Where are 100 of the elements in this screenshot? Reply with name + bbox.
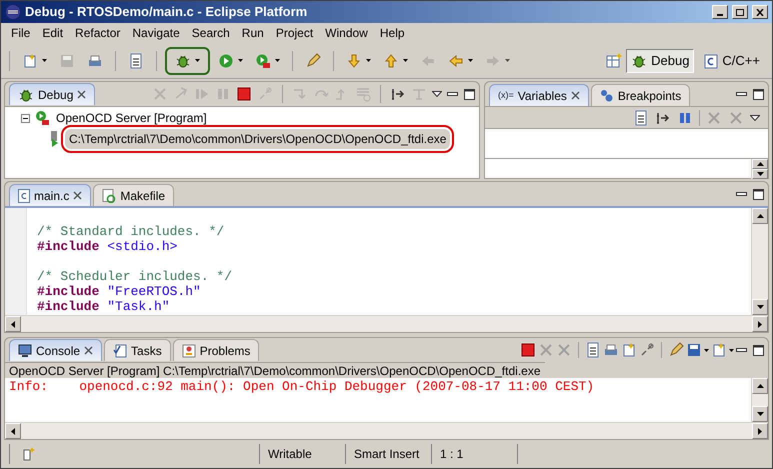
close-icon[interactable] [77, 90, 86, 99]
tree-item[interactable]: C:\Temp\rctrial\7\Demo\common\Drivers\OpenOCD\OpenOCD_ftdi.exe [65, 129, 450, 149]
view-tab[interactable]: (x)= Variables [489, 84, 589, 106]
caret-icon [366, 59, 371, 62]
view-tab[interactable]: Tasks [104, 339, 171, 361]
status-field: Writable [268, 445, 312, 463]
status-field: Smart Insert [354, 445, 420, 463]
window-title: Debug - RTOSDemo/main.c - Eclipse Platform [25, 3, 308, 22]
menu-item[interactable]: Window [319, 24, 374, 42]
view-menu-icon[interactable] [750, 114, 760, 120]
close-icon [756, 8, 764, 16]
new-file-icon [621, 342, 637, 358]
menu-item[interactable]: Search [186, 24, 236, 42]
arrow-up-icon[interactable] [756, 384, 764, 388]
open-perspective-icon[interactable] [606, 52, 622, 68]
vertical-scrollbar[interactable] [751, 378, 768, 422]
view-tab[interactable]: Problems [172, 339, 260, 361]
close-icon[interactable] [570, 91, 580, 100]
view-tab[interactable]: Console [9, 339, 102, 361]
menu-item[interactable]: File [5, 24, 36, 42]
maximize-icon[interactable] [753, 188, 764, 200]
save-icon [59, 52, 75, 68]
new-file-icon [22, 52, 38, 68]
menu-item[interactable]: Project [270, 24, 320, 42]
arrow-down-icon[interactable] [756, 412, 764, 416]
menu-item[interactable]: Refactor [69, 24, 126, 42]
view-tab[interactable]: Breakpoints [590, 84, 690, 106]
vertical-scrollbar[interactable] [751, 159, 768, 179]
minimize-icon[interactable] [736, 192, 747, 196]
arrow-right-icon[interactable] [758, 320, 762, 328]
printer-icon [87, 52, 103, 68]
arrow-up-icon [383, 52, 399, 68]
disconnect-icon [257, 86, 273, 102]
save-icon [686, 342, 702, 358]
minimize-icon[interactable] [736, 92, 747, 96]
stop-icon [520, 342, 536, 358]
caret-icon [42, 59, 47, 62]
instruction-step-icon [390, 86, 406, 102]
view-tab[interactable]: main.c [9, 184, 92, 206]
arrow-left-icon[interactable] [11, 428, 15, 434]
c-file-icon [702, 52, 718, 68]
arrow-up-icon[interactable] [756, 214, 764, 218]
view-tab[interactable]: Makefile [93, 184, 174, 206]
view-menu-icon[interactable] [432, 91, 442, 97]
minimize-button[interactable] [712, 5, 728, 19]
view-tab[interactable]: Debug [9, 83, 96, 105]
arrow-down-icon[interactable] [756, 172, 764, 176]
caret-icon [505, 59, 510, 62]
resume-icon [194, 86, 210, 102]
caret-icon [468, 59, 473, 62]
arrow-left-icon[interactable] [11, 320, 15, 328]
c-file-icon [18, 188, 30, 202]
close-icon[interactable] [84, 346, 94, 355]
maximize-icon[interactable] [753, 88, 764, 100]
stack-icon [355, 86, 371, 102]
double-cross-icon [538, 342, 554, 358]
play-toolbox-icon [255, 52, 271, 68]
printer-icon [603, 342, 619, 358]
monitor-icon [18, 344, 32, 358]
tree-item[interactable]: OpenOCD Server [Program] [54, 109, 209, 127]
toolbar-button[interactable] [165, 46, 210, 74]
collapse-icon[interactable] [21, 114, 30, 122]
pause-icon [215, 86, 231, 102]
arrow-left-icon [448, 52, 464, 68]
pen-icon [305, 52, 321, 68]
code-line: #include <stdio.h> [37, 239, 178, 254]
code-line: /* Scheduler includes. */ [37, 269, 232, 284]
arrow-down-icon[interactable] [756, 305, 764, 309]
perspective-button[interactable]: Debug [626, 48, 694, 72]
binary-file-icon [633, 110, 649, 126]
caret-icon [729, 348, 734, 352]
menu-item[interactable]: Navigate [126, 24, 186, 42]
caret-icon [195, 59, 200, 62]
binary-file-icon [128, 52, 144, 68]
makefile-icon [102, 188, 116, 202]
fast-view-icon[interactable] [22, 447, 36, 461]
maximize-button[interactable] [732, 5, 748, 19]
minimize-icon[interactable] [447, 92, 458, 96]
horizontal-scrollbar[interactable] [5, 422, 768, 439]
code-line: #include "Task.h" [37, 299, 170, 314]
maximize-icon [736, 8, 744, 16]
caret-icon [275, 59, 280, 62]
menu-item[interactable]: Run [236, 24, 270, 42]
minimize-icon[interactable] [736, 348, 747, 352]
caret-icon [238, 59, 243, 62]
double-cross-icon [152, 86, 168, 102]
vertical-scrollbar[interactable] [751, 208, 768, 315]
code-line: #include "FreeRTOS.h" [37, 284, 201, 299]
menu-item[interactable]: Help [374, 24, 411, 42]
console-output-line: Info: openocd.c:92 main(): Open On-Chip Debugger (2007-08-17 11:00 CEST) [9, 379, 594, 395]
horizontal-scrollbar[interactable] [5, 315, 768, 332]
maximize-icon[interactable] [464, 88, 475, 100]
maximize-icon[interactable] [753, 344, 764, 356]
perspective-button[interactable]: C/C++ [698, 48, 764, 72]
arrow-right-icon[interactable] [758, 428, 762, 434]
close-icon[interactable] [73, 191, 82, 200]
double-cross-icon [706, 110, 722, 126]
close-button[interactable] [752, 5, 768, 19]
arrow-up-icon[interactable] [756, 162, 764, 166]
menu-item[interactable]: Edit [36, 24, 70, 42]
